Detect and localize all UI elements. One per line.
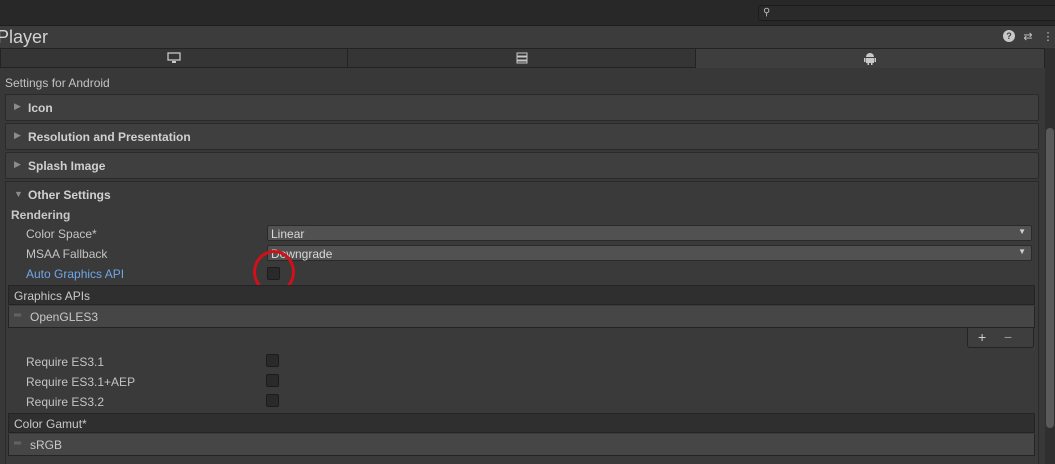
require-es32-label: Require ES3.2 [26,395,105,409]
scrollbar-thumb[interactable] [1046,128,1054,428]
graphics-apis-list-header: Graphics APIs [8,285,1035,305]
foldout-label: Splash Image [28,159,106,173]
chevron-down-icon: ▼ [1018,227,1026,236]
foldout-resolution[interactable]: ▶ Resolution and Presentation [5,123,1039,150]
foldout-splash[interactable]: ▶ Splash Image [5,152,1039,179]
list-item[interactable]: ═ sRGB [8,434,1035,456]
top-bar: ⚲ [0,0,1055,26]
msaa-fallback-label: MSAA Fallback [26,247,108,261]
inspector-header: Player ? ⇄ ⋮ [0,26,1055,48]
search-icon: ⚲ [763,7,771,18]
graphics-apis-title: Graphics APIs [14,289,91,303]
presets-icon[interactable]: ⇄ [1021,30,1035,43]
msaa-fallback-dropdown[interactable]: Downgrade ▼ [267,245,1032,261]
settings-for-label: Settings for Android [5,76,110,90]
drag-handle-icon[interactable]: ═ [14,438,21,449]
monitor-icon [167,52,181,63]
server-icon [516,52,527,64]
require-es31-aep-label: Require ES3.1+AEP [26,375,136,389]
color-space-dropdown[interactable]: Linear ▼ [267,225,1032,241]
rendering-section-title: Rendering [11,208,71,222]
color-space-label: Color Space* [26,227,97,241]
color-gamut-list-header: Color Gamut* [8,413,1035,433]
list-item[interactable]: ═ OpenGLES3 [8,306,1035,328]
drag-handle-icon[interactable]: ═ [14,310,21,321]
expand-arrow-icon: ▶ [14,130,21,140]
foldout-label: Other Settings [28,188,111,202]
color-space-value: Linear [271,227,305,241]
foldout-other-header[interactable]: ▼ Other Settings [6,182,1038,208]
require-es31-label: Require ES3.1 [26,355,105,369]
more-icon[interactable]: ⋮ [1041,30,1055,43]
expand-arrow-icon: ▶ [14,101,21,111]
require-es31-checkbox[interactable] [266,354,279,367]
collapse-arrow-icon: ▼ [14,189,23,199]
help-icon[interactable]: ? [1003,30,1015,42]
inspector-content: Settings for Android ▶ Icon ▶ Resolution… [0,68,1045,464]
platform-tabs [0,48,1045,68]
tab-android[interactable] [696,48,1045,68]
expand-arrow-icon: ▶ [14,159,21,169]
list-item-label: sRGB [30,438,63,452]
color-gamut-title: Color Gamut* [14,417,87,431]
tab-standalone[interactable] [0,48,348,68]
add-icon[interactable]: + [978,329,986,345]
foldout-label: Resolution and Presentation [28,130,191,144]
list-item-label: OpenGLES3 [30,310,99,324]
page-title: Player [0,27,49,47]
search-input[interactable]: ⚲ [758,5,1055,21]
chevron-down-icon: ▼ [1018,247,1026,256]
require-es31-aep-checkbox[interactable] [266,374,279,387]
list-footer: + − [967,328,1034,348]
scrollbar[interactable] [1045,48,1055,464]
auto-graphics-api-label: Auto Graphics API [26,267,125,281]
foldout-label: Icon [28,101,53,115]
tab-server[interactable] [348,48,696,68]
android-icon [864,53,876,65]
foldout-icon[interactable]: ▶ Icon [5,94,1039,121]
require-es32-checkbox[interactable] [266,394,279,407]
remove-icon[interactable]: − [1004,329,1012,345]
